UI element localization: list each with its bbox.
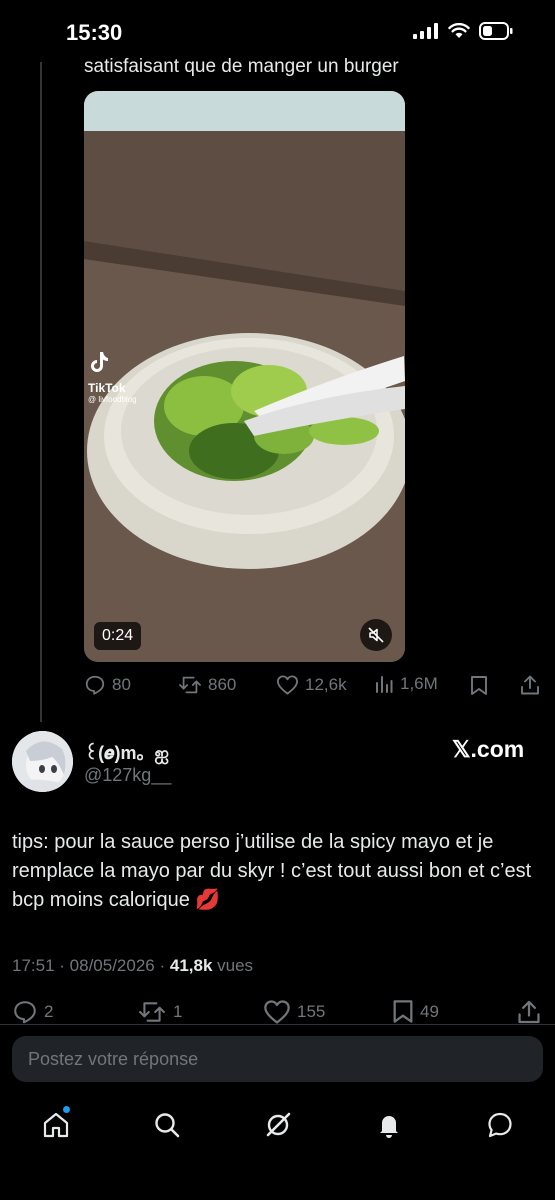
quoted-tweet-text: satisfaisant que de manger un burger	[84, 56, 399, 77]
nav-grok[interactable]	[261, 1108, 295, 1142]
avatar[interactable]	[12, 731, 73, 792]
thread-line	[40, 62, 42, 722]
reply-button[interactable]: 2	[12, 999, 53, 1025]
search-icon	[155, 1113, 180, 1138]
tiktok-handle: @ livfoodblog	[88, 395, 137, 404]
status-time: 15:30	[66, 20, 123, 45]
bottom-nav	[0, 1100, 555, 1148]
avatar-image	[12, 731, 73, 792]
nav-messages[interactable]	[483, 1108, 517, 1142]
nav-home[interactable]	[39, 1106, 73, 1142]
status-icons	[413, 22, 513, 40]
user-handle[interactable]: @127kg__	[84, 765, 171, 786]
quoted-views-count: 1,6M	[400, 674, 438, 693]
tiktok-watermark: TikTok @ livfoodblog	[88, 350, 137, 404]
bookmark-icon	[471, 676, 487, 695]
grok-icon	[266, 1112, 291, 1137]
signal-icon	[413, 23, 438, 39]
tiktok-logo-icon	[91, 352, 108, 372]
reply-count: 2	[44, 1002, 54, 1021]
notifications-icon	[380, 1116, 398, 1138]
like-count: 155	[297, 1002, 326, 1021]
share-icon	[521, 675, 539, 695]
bookmark-button[interactable]: 49	[392, 999, 439, 1024]
like-button[interactable]: 155	[263, 999, 325, 1025]
tweet-meta: 17:51 · 08/05/2026 · 41,8k vues	[12, 956, 254, 975]
quoted-repost-button[interactable]: 860	[178, 674, 236, 696]
tweet-views-count: 41,8k	[169, 956, 213, 975]
bookmark-icon	[393, 1000, 413, 1023]
heart-icon	[277, 675, 298, 695]
speaker-muted-icon	[368, 627, 384, 643]
quoted-repost-count: 860	[208, 675, 237, 694]
views-chart-icon	[376, 676, 393, 693]
tweet-date: 08/05/2026	[69, 956, 155, 975]
quoted-reply-button[interactable]: 80	[84, 674, 131, 696]
heart-icon	[264, 1000, 290, 1024]
bookmark-count: 49	[420, 1001, 439, 1021]
tweet-time: 17:51	[12, 956, 55, 975]
quoted-bookmark-button[interactable]	[470, 675, 488, 701]
share-icon	[518, 1000, 540, 1024]
repost-count: 1	[173, 1002, 183, 1021]
tweet-views-label: vues	[217, 956, 254, 975]
nav-notifications[interactable]	[372, 1108, 406, 1142]
quoted-like-count: 12,6k	[305, 675, 347, 694]
reply-icon	[85, 675, 105, 695]
reply-icon	[14, 1001, 36, 1024]
display-name[interactable]: ꒰(𝒆)m。ஐ	[84, 739, 169, 766]
repost-icon	[139, 1002, 165, 1022]
repost-icon	[179, 676, 201, 694]
messages-icon	[488, 1112, 512, 1138]
home-icon	[43, 1112, 69, 1138]
quoted-reply-count: 80	[112, 675, 131, 694]
share-button[interactable]	[516, 999, 542, 1030]
wifi-icon	[448, 23, 470, 38]
quoted-views-button[interactable]: 1,6M	[374, 674, 438, 694]
quoted-like-button[interactable]: 12,6k	[276, 674, 347, 696]
battery-icon	[479, 22, 513, 40]
quoted-share-button[interactable]	[519, 674, 541, 701]
notification-dot	[63, 1106, 70, 1113]
mute-button[interactable]	[360, 619, 392, 651]
video-duration: 0:24	[94, 622, 142, 650]
reply-input[interactable]: Postez votre réponse	[12, 1036, 543, 1082]
x-com-badge: 𝕏.com	[452, 736, 525, 762]
nav-search[interactable]	[150, 1108, 184, 1142]
reply-placeholder: Postez votre réponse	[28, 1048, 199, 1069]
tweet-text: tips: pour la sauce perso j’utilise de l…	[12, 831, 532, 911]
repost-button[interactable]: 1	[137, 999, 182, 1025]
divider	[0, 1024, 555, 1025]
tiktok-brand: TikTok	[88, 381, 126, 395]
